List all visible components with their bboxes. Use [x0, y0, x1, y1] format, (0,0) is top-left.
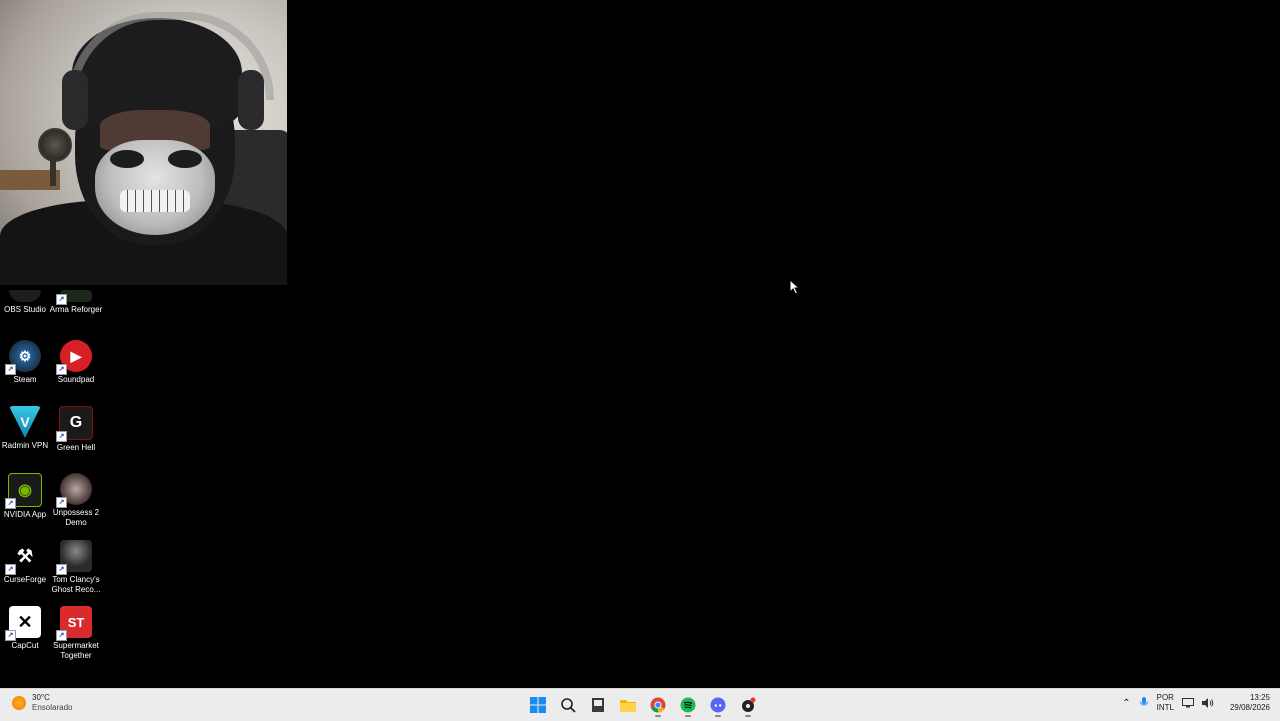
ghostrecon-icon: ↗	[56, 540, 92, 575]
mouse-cursor-icon	[789, 279, 801, 295]
start-icon	[530, 697, 546, 713]
discord-button[interactable]	[706, 693, 730, 717]
icon-label: Soundpad	[57, 375, 95, 384]
desktop-icon-obs[interactable]: OBS Studio	[0, 290, 50, 315]
weather-widget[interactable]: 30°C Ensolarado	[12, 693, 72, 713]
desktop-icon-capcut[interactable]: ✕ ↗ CapCut	[0, 606, 50, 651]
icon-label: Arma Reforger	[49, 305, 103, 314]
webcam-overlay	[0, 0, 287, 285]
app-icon	[742, 697, 756, 712]
obs-icon	[9, 290, 41, 302]
search-icon	[561, 698, 576, 713]
start-button[interactable]	[526, 693, 550, 717]
lang-bottom: INTL	[1156, 703, 1174, 712]
spotify-icon	[680, 697, 696, 713]
arma-icon: ↗	[56, 290, 92, 305]
clock[interactable]: 13:25 29/08/2026	[1230, 693, 1270, 713]
taskbar: 30°C Ensolarado ⌃ POR INTL 13:25 29/08/2…	[0, 688, 1280, 721]
supermarket-icon: ST ↗	[56, 606, 92, 641]
nvidia-icon: ◉ ↗	[5, 473, 42, 509]
desktop-icon-ghostrecon[interactable]: ↗ Tom Clancy's Ghost Reco...	[51, 540, 101, 595]
desktop-icon-curseforge[interactable]: ⚒ ↗ CurseForge	[0, 540, 50, 585]
clock-date: 29/08/2026	[1229, 703, 1270, 712]
sun-icon	[12, 696, 26, 710]
file-icon	[592, 698, 604, 712]
desktop-icon-nvidia[interactable]: ◉ ↗ NVIDIA App	[0, 473, 50, 520]
desktop-icon-radmin[interactable]: V Radmin VPN	[0, 406, 50, 451]
desktop-icon-arma[interactable]: ↗ Arma Reforger	[50, 290, 102, 315]
lang-top: POR	[1156, 693, 1174, 702]
system-tray: ⌃ POR INTL 13:25 29/08/2026	[1122, 693, 1270, 713]
unpossess-icon: ↗	[56, 473, 92, 508]
steam-icon: ⚙ ↗	[5, 340, 41, 375]
capcut-icon: ✕ ↗	[5, 606, 41, 641]
network-icon[interactable]	[1181, 698, 1194, 708]
icon-label: Tom Clancy's Ghost Reco...	[51, 575, 101, 594]
weather-condition: Ensolarado	[32, 703, 73, 712]
file-button[interactable]	[586, 693, 610, 717]
folder-icon	[620, 700, 636, 712]
file-explorer-button[interactable]	[616, 693, 640, 717]
desktop-icon-unpossess[interactable]: ↗ Unpossess 2 Demo	[51, 473, 101, 528]
weather-temp: 30°C	[32, 693, 50, 702]
taskbar-apps	[526, 693, 760, 717]
greenhell-icon: G ↗	[56, 406, 93, 442]
curseforge-icon: ⚒ ↗	[5, 540, 41, 575]
microphone-icon[interactable]	[1139, 697, 1149, 709]
spotify-button[interactable]	[676, 693, 700, 717]
clock-time: 13:25	[1249, 693, 1270, 702]
desktop-icon-soundpad[interactable]: ▶ ↗ Soundpad	[51, 340, 101, 385]
volume-icon[interactable]	[1201, 698, 1214, 708]
radmin-icon: V	[9, 406, 41, 438]
desktop-icon-steam[interactable]: ⚙ ↗ Steam	[0, 340, 50, 385]
search-button[interactable]	[556, 693, 580, 717]
icon-label: Supermarket Together	[53, 641, 99, 660]
desktop-icon-supermarket[interactable]: ST ↗ Supermarket Together	[51, 606, 101, 661]
language-indicator[interactable]: POR INTL	[1157, 693, 1174, 713]
chrome-icon	[650, 697, 666, 713]
chevron-up-icon[interactable]: ⌃	[1122, 698, 1130, 709]
soundpad-icon: ▶ ↗	[56, 340, 92, 375]
desktop-icon-greenhell[interactable]: G ↗ Green Hell	[51, 406, 101, 453]
chrome-button[interactable]	[646, 693, 670, 717]
discord-icon	[710, 697, 726, 713]
app-button[interactable]	[736, 693, 760, 717]
icon-label: Green Hell	[56, 443, 96, 452]
icon-label: Unpossess 2 Demo	[52, 508, 100, 527]
